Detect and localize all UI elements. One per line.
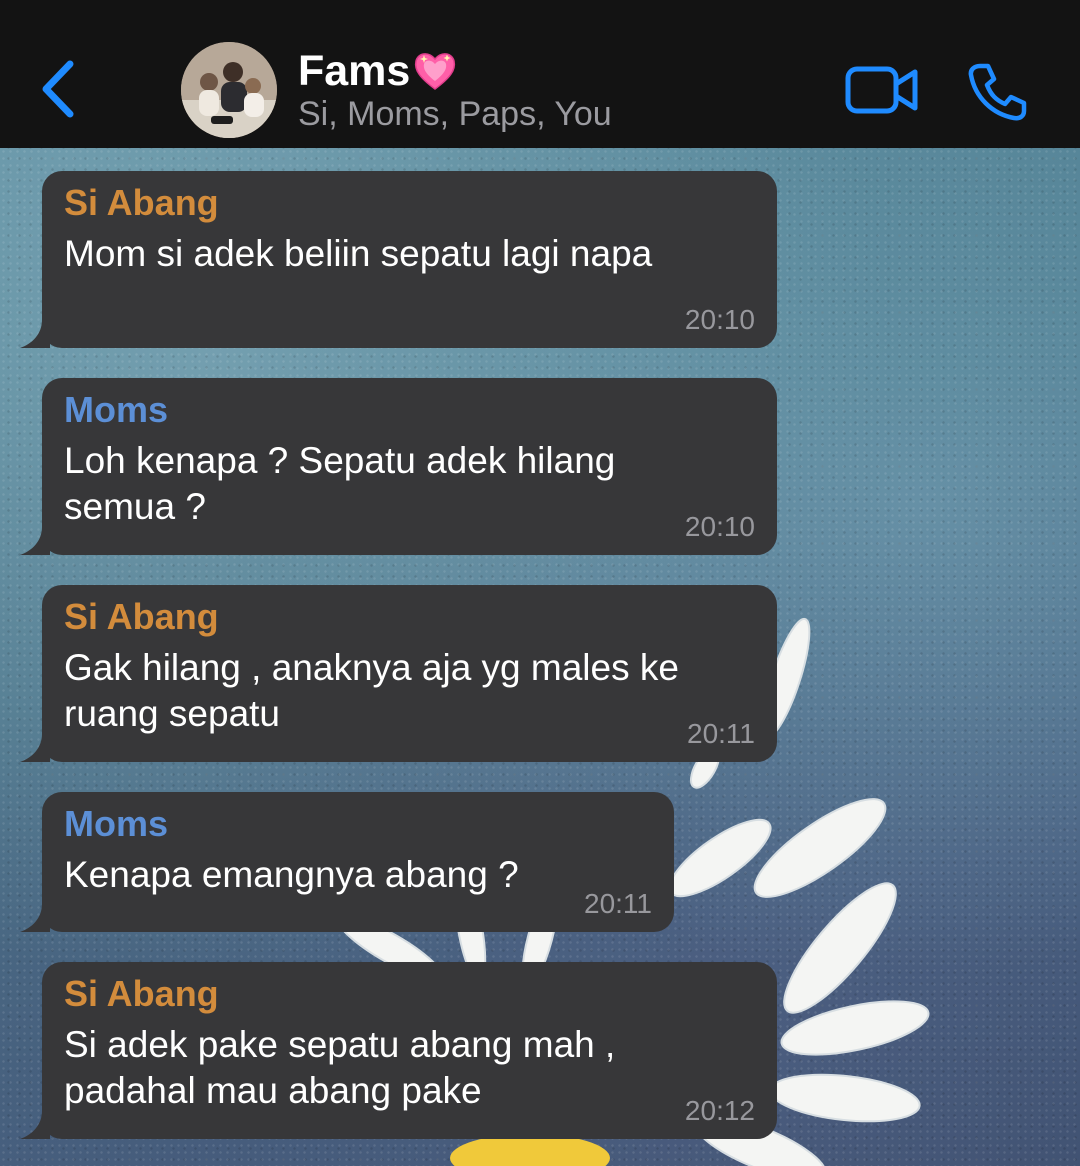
chat-screen: Fams Si, Moms, Paps, You Si Abang Mom si… <box>0 0 1080 1166</box>
chevron-left-icon <box>42 60 74 118</box>
bubble-tail <box>20 904 50 932</box>
voice-call-button[interactable] <box>966 62 1028 122</box>
message-bubble[interactable]: Si Abang Gak hilang , anaknya aja yg mal… <box>20 585 777 762</box>
message-text: Gak hilang , anaknya aja yg males ke rua… <box>64 645 755 737</box>
message-text: Loh kenapa ? Sepatu adek hilang semua ? <box>64 438 755 530</box>
message-line: Kenapa emangnya abang ? <box>64 854 519 895</box>
message-time: 20:11 <box>687 718 755 749</box>
message-line: Gak hilang , anaknya aja yg males ke <box>64 647 679 688</box>
group-photo-icon <box>181 42 277 138</box>
chat-members[interactable]: Si, Moms, Paps, You <box>298 94 612 134</box>
message-time: 20:10 <box>684 511 755 542</box>
message-time: 20:11 <box>584 888 652 919</box>
message-sender: Si Abang <box>64 596 219 637</box>
message-text: Si adek pake sepatu abang mah , padahal … <box>64 1022 755 1114</box>
message-sender: Si Abang <box>64 182 219 223</box>
chat-header: Fams Si, Moms, Paps, You <box>0 0 1080 148</box>
message-sender: Moms <box>64 389 169 430</box>
chat-title[interactable]: Fams <box>298 46 458 96</box>
message-bubble[interactable]: Si Abang Mom si adek beliin sepatu lagi … <box>20 171 777 348</box>
message-bubble[interactable]: Moms Loh kenapa ? Sepatu adek hilang sem… <box>20 378 777 555</box>
message-line: Mom si adek beliin sepatu lagi napa <box>64 233 653 274</box>
message-bubble[interactable]: Si Abang Si adek pake sepatu abang mah ,… <box>20 962 777 1139</box>
video-camera-icon <box>845 66 918 114</box>
message-line: Si adek pake sepatu abang mah , <box>64 1024 616 1065</box>
bubble-tail <box>20 527 50 555</box>
message-sender: Si Abang <box>64 973 219 1014</box>
sparkling-heart-icon <box>415 52 456 90</box>
message-time: 20:10 <box>684 304 755 335</box>
message-line: ruang sepatu <box>64 693 281 734</box>
chat-title-text: Fams <box>298 47 411 95</box>
phone-icon <box>968 63 1027 121</box>
message-time: 20:12 <box>684 1095 755 1126</box>
group-avatar[interactable] <box>181 42 277 138</box>
message-line: semua ? <box>64 486 206 527</box>
message-sender: Moms <box>64 803 169 844</box>
bubble-tail <box>20 320 50 348</box>
back-button[interactable] <box>34 56 82 122</box>
message-text: Kenapa emangnya abang ? <box>64 852 652 898</box>
message-text: Mom si adek beliin sepatu lagi napa <box>64 231 755 277</box>
message-bubble[interactable]: Moms Kenapa emangnya abang ? 20:11 <box>20 792 674 932</box>
message-line: padahal mau abang pake <box>64 1070 482 1111</box>
bubble-tail <box>20 1111 50 1139</box>
message-line: Loh kenapa ? Sepatu adek hilang <box>64 440 616 481</box>
video-call-button[interactable] <box>845 64 919 116</box>
bubble-tail <box>20 734 50 762</box>
